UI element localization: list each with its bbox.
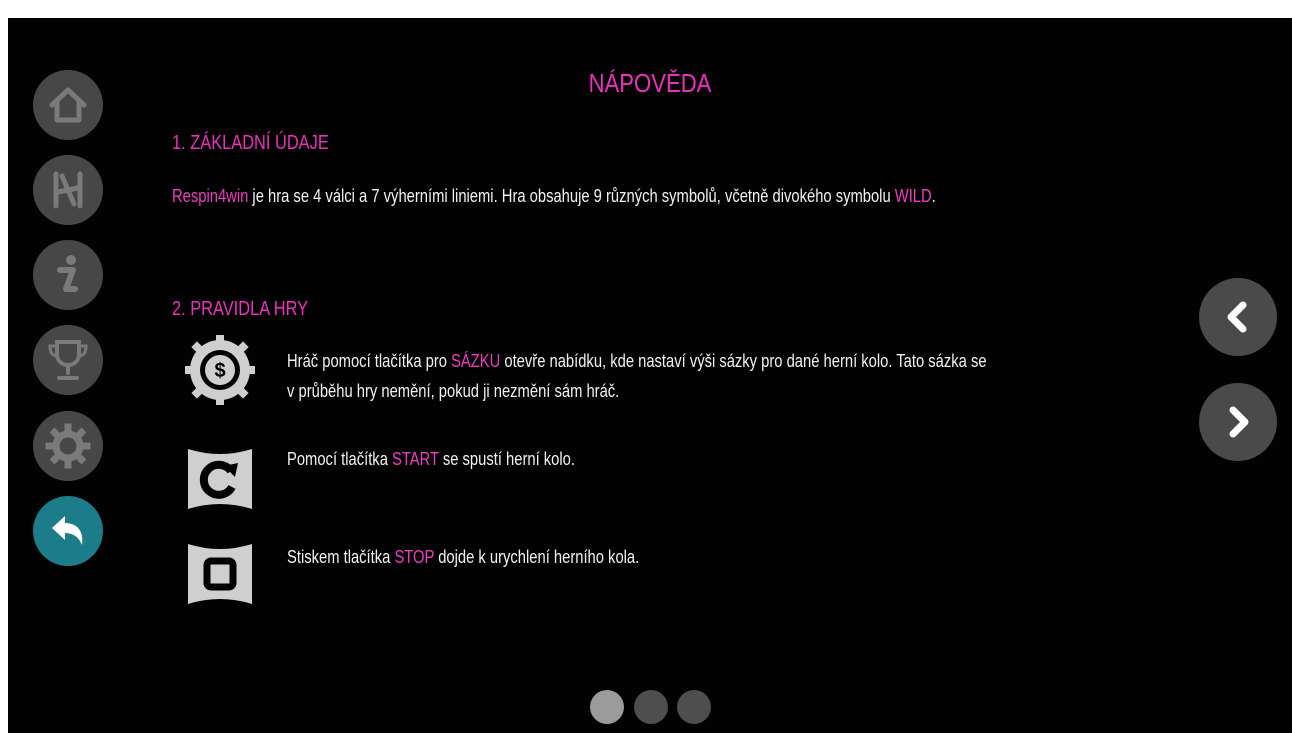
next-page-button[interactable] [1199,383,1277,461]
home-button[interactable] [33,70,103,140]
start-keyword: START [392,449,439,469]
home-icon [49,87,87,123]
rule-bet-text: Hráč pomocí tlačítka pro SÁZKU otevře na… [287,351,987,401]
wild-keyword: WILD [894,186,932,206]
back-button[interactable] [33,496,103,566]
stop-keyword: STOP [394,547,435,567]
svg-text:$: $ [214,360,225,382]
page-dot-2[interactable] [634,690,668,724]
chevron-left-icon [1227,301,1247,333]
bet-keyword: SÁZKU [451,351,501,371]
help-screen: NÁPOVĚDA 1. ZÁKLADNÍ ÚDAJE Respin4win je… [8,18,1292,733]
bet-coin-icon: $ [185,335,255,405]
gear-icon [45,423,91,469]
paylines-icon [53,171,83,209]
chevron-right-icon [1229,406,1249,438]
stop-icon [188,544,252,604]
rule-stop-text: Stiskem tlačítka STOP dojde k urychlení … [287,547,640,567]
page-title: NÁPOVĚDA [588,68,712,98]
rule-start-text: Pomocí tlačítka START se spustí herní ko… [287,449,575,469]
settings-button[interactable] [33,411,103,481]
page-dot-3[interactable] [677,690,711,724]
previous-page-button[interactable] [1199,278,1277,356]
paylines-button[interactable] [33,155,103,225]
section-heading-basic-info: 1. ZÁKLADNÍ ÚDAJE [172,132,329,154]
back-arrow-icon [52,516,83,545]
section-heading-rules: 2. PRAVIDLA HRY [172,298,309,320]
game-name: Respin4win [172,186,249,206]
info-icon [57,255,78,292]
start-spin-icon [188,449,252,509]
trophy-button[interactable] [33,325,103,395]
info-button[interactable] [33,240,103,310]
basic-info-text: Respin4win je hra se 4 válci a 7 výherní… [172,186,936,206]
page-dot-1[interactable] [590,690,624,724]
trophy-icon [48,340,88,380]
